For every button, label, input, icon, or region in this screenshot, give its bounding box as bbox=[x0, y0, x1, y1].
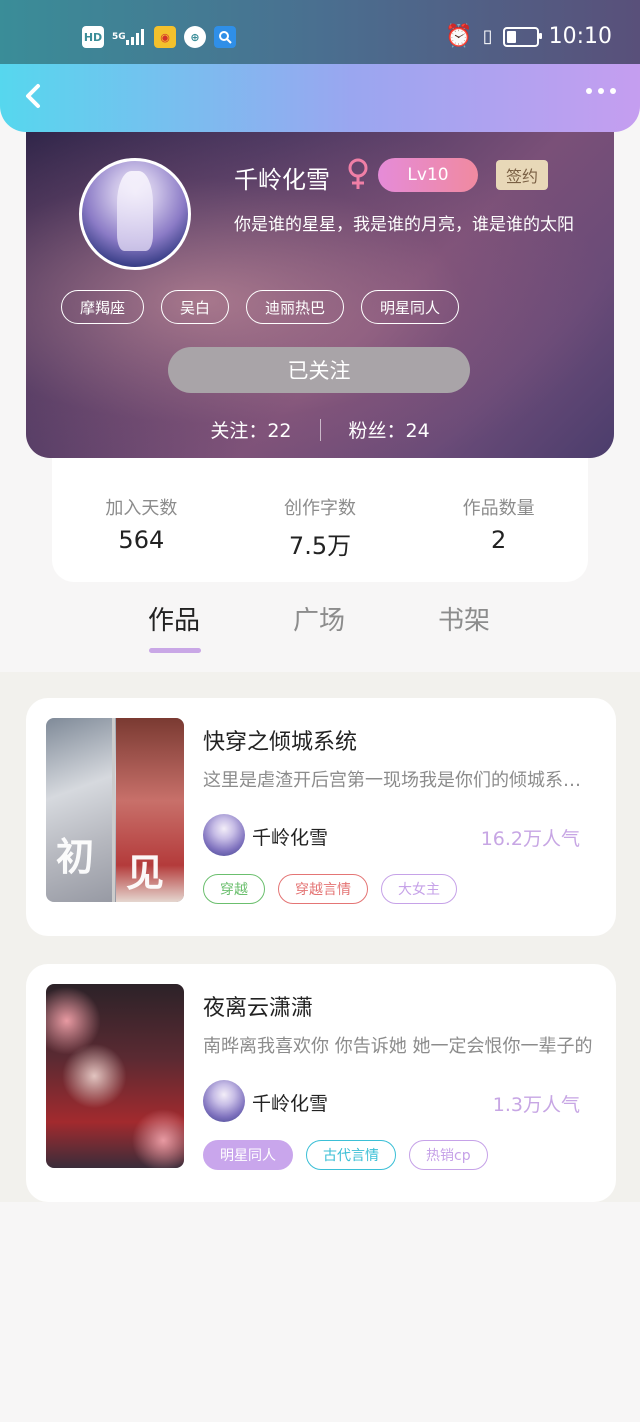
clock: 10:10 bbox=[548, 24, 612, 49]
alarm-icon: ⏰ bbox=[445, 24, 473, 49]
stat-label: 创作字数 bbox=[284, 498, 356, 519]
cover-text: 初 bbox=[56, 835, 95, 879]
tab-bookshelf[interactable]: 书架 bbox=[438, 600, 490, 637]
stat-value: 7.5万 bbox=[288, 532, 352, 560]
vibrate-icon: ▯ bbox=[482, 26, 493, 47]
work-tag[interactable]: 穿越言情 bbox=[278, 874, 368, 904]
profile-name: 千岭化雪 bbox=[234, 166, 330, 194]
author-name[interactable]: 千岭化雪 bbox=[252, 1089, 328, 1116]
avatar[interactable] bbox=[79, 158, 191, 270]
following-count[interactable]: 关注：22 bbox=[210, 416, 291, 443]
tab-works[interactable]: 作品 bbox=[148, 600, 200, 637]
stat-join-days: 加入天数 564 bbox=[52, 458, 231, 582]
work-description: 这里是虐渣开后宫第一现场我是你们的倾城系统，快来加入吧 bbox=[203, 770, 595, 791]
search-app-icon bbox=[214, 26, 236, 48]
active-tab-indicator bbox=[149, 648, 201, 653]
work-card[interactable]: 初 见 快穿之倾城系统 这里是虐渣开后宫第一现场我是你们的倾城系统，快来加入吧 … bbox=[26, 698, 616, 936]
author-avatar[interactable] bbox=[203, 814, 245, 856]
work-tag[interactable]: 大女主 bbox=[381, 874, 457, 904]
author-avatar[interactable] bbox=[203, 1080, 245, 1122]
female-icon bbox=[348, 158, 368, 189]
popularity-count: 1.3万人气 bbox=[492, 1094, 580, 1116]
profile-header: 千岭化雪 Lv10 签约 你是谁的星星，我是谁的月亮，谁是谁的太阳 摩羯座 吴白… bbox=[26, 108, 614, 458]
work-card[interactable]: 夜离云潇潇 南晔离我喜欢你 你告诉她 她一定会恨你一辈子的 千岭化雪 1.3万人… bbox=[26, 964, 616, 1202]
stat-value: 564 bbox=[118, 526, 165, 554]
author-name[interactable]: 千岭化雪 bbox=[252, 823, 328, 850]
weibo-icon: ◉ bbox=[154, 26, 176, 48]
stat-works-count: 作品数量 2 bbox=[409, 458, 588, 582]
fans-count[interactable]: 粉丝：24 bbox=[349, 416, 430, 443]
profile-tag[interactable]: 摩羯座 bbox=[61, 290, 145, 324]
level-badge: Lv10 bbox=[378, 158, 478, 192]
popularity-count: 16.2万人气 bbox=[480, 828, 580, 850]
hd-icon: HD bbox=[82, 26, 104, 48]
work-tag[interactable]: 古代言情 bbox=[306, 1140, 396, 1170]
signed-badge: 签约 bbox=[496, 160, 548, 190]
book-cover[interactable] bbox=[46, 984, 184, 1168]
top-navbar bbox=[0, 64, 640, 132]
book-cover[interactable]: 初 见 bbox=[46, 718, 184, 902]
more-options-icon[interactable] bbox=[586, 88, 616, 94]
profile-tag[interactable]: 迪丽热巴 bbox=[246, 290, 345, 324]
work-tag[interactable]: 穿越 bbox=[203, 874, 265, 904]
globe-icon: ⊕ bbox=[184, 26, 206, 48]
battery-icon bbox=[502, 26, 542, 47]
stat-value: 2 bbox=[491, 526, 507, 554]
work-title[interactable]: 快穿之倾城系统 bbox=[203, 724, 357, 756]
divider bbox=[319, 418, 321, 441]
work-tag[interactable]: 明星同人 bbox=[203, 1140, 293, 1170]
follow-button[interactable]: 已关注 bbox=[168, 347, 470, 393]
works-list: 初 见 快穿之倾城系统 这里是虐渣开后宫第一现场我是你们的倾城系统，快来加入吧 … bbox=[0, 672, 640, 1202]
stat-word-count: 创作字数 7.5万 bbox=[231, 458, 410, 582]
tab-bar: 作品 广场 书架 bbox=[0, 590, 640, 672]
status-bar: HD 5G ◉ ⊕ ⏰ ▯ 10:10 bbox=[0, 0, 640, 64]
stats-card: 加入天数 564 创作字数 7.5万 作品数量 2 bbox=[52, 458, 588, 582]
work-title[interactable]: 夜离云潇潇 bbox=[203, 990, 313, 1022]
profile-tag[interactable]: 明星同人 bbox=[361, 290, 460, 324]
stat-label: 加入天数 bbox=[105, 498, 178, 519]
work-description: 南晔离我喜欢你 你告诉她 她一定会恨你一辈子的 bbox=[203, 1036, 593, 1057]
tab-square[interactable]: 广场 bbox=[293, 600, 345, 637]
signal-icon: 5G bbox=[112, 26, 146, 48]
profile-tag[interactable]: 吴白 bbox=[161, 290, 230, 324]
back-icon[interactable] bbox=[20, 80, 52, 112]
cover-text: 见 bbox=[126, 851, 165, 895]
work-tag[interactable]: 热销cp bbox=[409, 1140, 488, 1170]
profile-bio: 你是谁的星星，我是谁的月亮，谁是谁的太阳 bbox=[234, 215, 574, 235]
stat-label: 作品数量 bbox=[462, 498, 535, 519]
